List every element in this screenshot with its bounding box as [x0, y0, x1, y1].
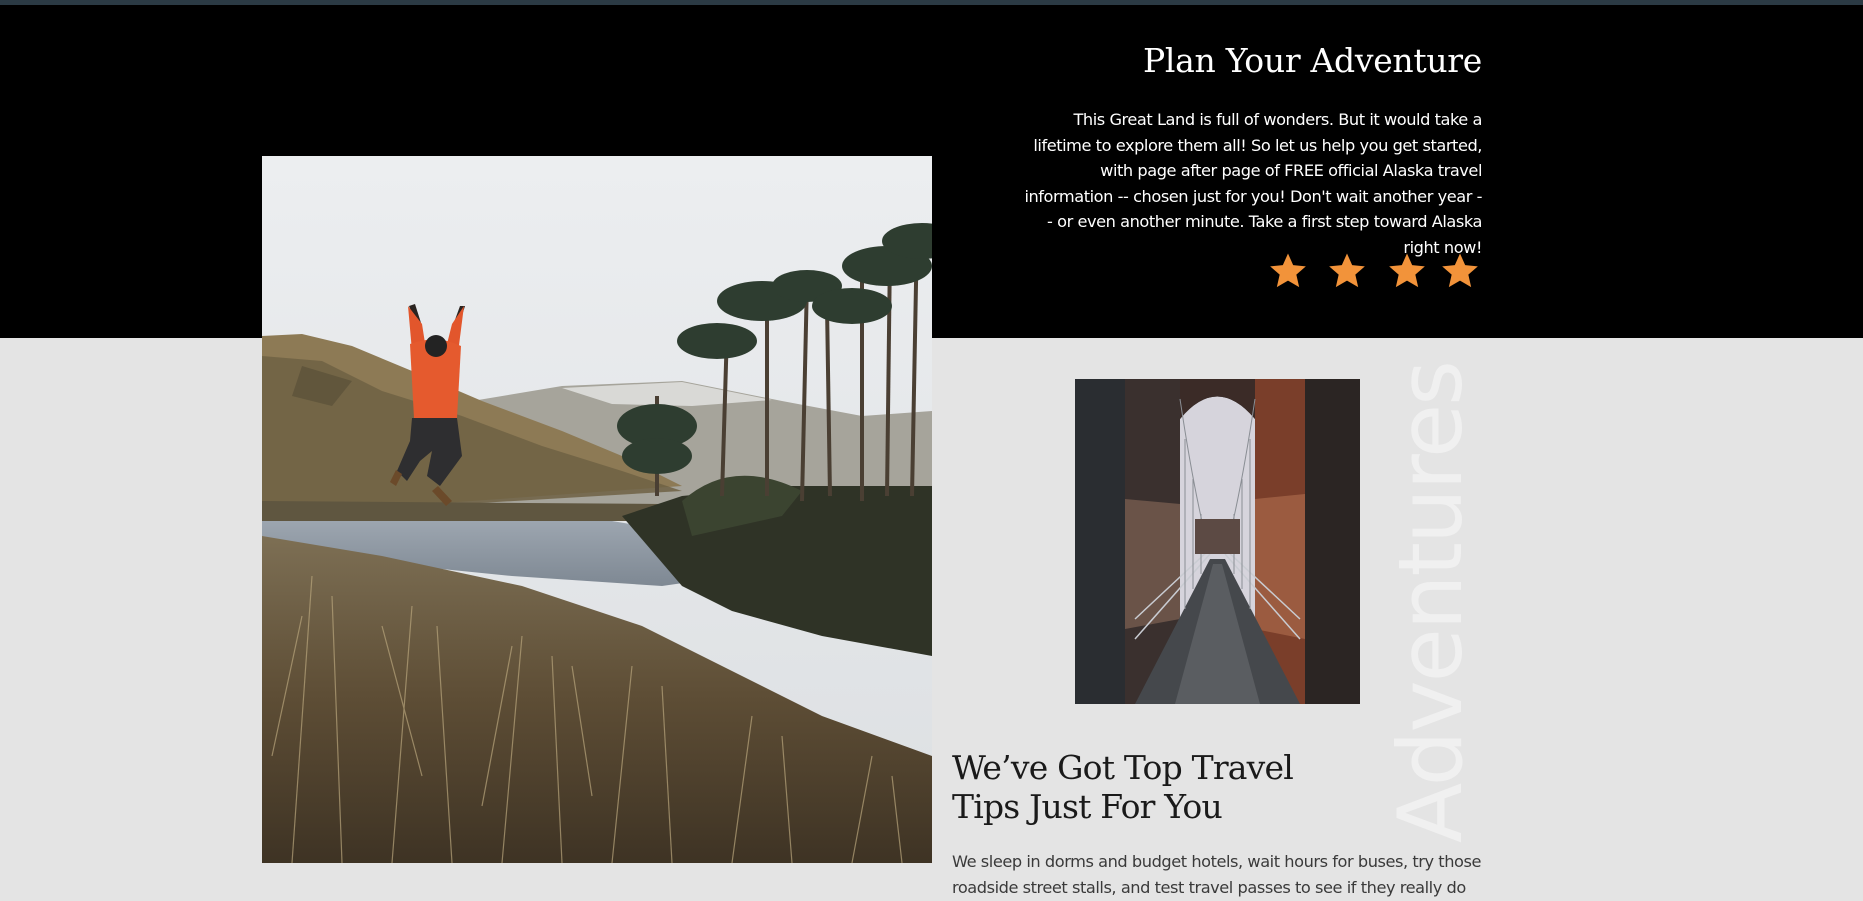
section-heading-line-1: We’ve Got Top Travel — [952, 748, 1294, 787]
section-body: We sleep in dorms and budget hotels, wai… — [952, 852, 1481, 897]
star-rating — [1268, 251, 1482, 295]
hero-title: Plan Your Adventure — [1143, 41, 1482, 80]
section-heading: We’ve Got Top Travel Tips Just For You — [952, 748, 1352, 826]
star-icon — [1389, 253, 1425, 288]
hero-description: This Great Land is full of wonders. But … — [1024, 110, 1482, 257]
star-icon — [1270, 253, 1306, 288]
photo-man-jumping-by-lake — [262, 156, 932, 863]
vertical-watermark-text: Adventures — [1378, 361, 1482, 843]
section-heading-line-2: Tips Just For You — [952, 787, 1223, 826]
star-icon — [1329, 253, 1365, 288]
star-icon — [1442, 253, 1478, 288]
photo-suspension-bridge — [1075, 379, 1360, 704]
